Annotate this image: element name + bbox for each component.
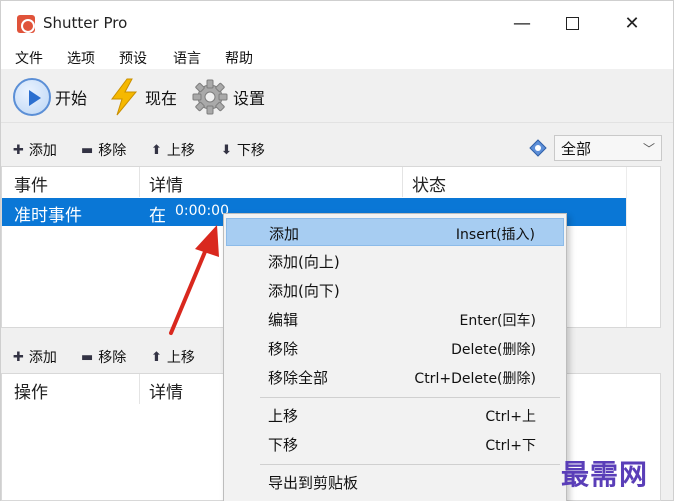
ctx-item-move-up[interactable]: 上移 Ctrl+上: [226, 401, 564, 429]
arrow-up-icon: ⬆: [151, 349, 162, 365]
row-detail-time: 0:00:00: [175, 203, 229, 219]
menu-file[interactable]: 文件: [15, 48, 43, 68]
menu-bar: 文件 选项 预设 语言 帮助: [1, 45, 673, 69]
ctx-label: 添加(向下): [268, 282, 340, 300]
title-bar: Shutter Pro — ✕: [1, 1, 673, 45]
maximize-icon: [565, 17, 579, 30]
ctx-item-move-down[interactable]: 下移 Ctrl+下: [226, 430, 564, 458]
ctx-label: 下移: [268, 436, 299, 454]
watermark-text: 最需网: [561, 458, 649, 491]
start-label: 开始: [55, 89, 88, 108]
ctx-label: 添加: [269, 225, 300, 243]
event-remove-button[interactable]: ▬ 移除: [81, 140, 126, 160]
menu-separator: [260, 397, 560, 398]
column-divider: [402, 167, 403, 197]
event-up-label: 上移: [166, 143, 195, 159]
column-divider: [139, 167, 140, 197]
action-remove-button[interactable]: ▬ 移除: [81, 347, 126, 367]
app-icon: [17, 15, 35, 33]
minus-icon: ▬: [81, 142, 94, 158]
ctx-shortcut: Ctrl+Delete(删除): [414, 371, 536, 387]
scrollbar[interactable]: [626, 167, 660, 327]
app-window: Shutter Pro — ✕ 文件 选项 预设 语言 帮助 开始 现在 设置 …: [0, 0, 674, 501]
ctx-label: 编辑: [268, 311, 299, 329]
menu-separator: [260, 464, 560, 465]
arrow-down-icon: ⬇: [221, 142, 232, 158]
column-divider: [139, 374, 140, 404]
plus-icon: ✚: [13, 349, 24, 365]
menu-presets[interactable]: 预设: [119, 48, 147, 68]
window-title: Shutter Pro: [43, 14, 128, 32]
row-event-name: 准时事件: [14, 206, 82, 226]
action-add-label: 添加: [28, 350, 57, 366]
minus-icon: ▬: [81, 349, 94, 365]
event-remove-label: 移除: [98, 143, 127, 159]
gear-icon: [192, 79, 228, 115]
ctx-item-edit[interactable]: 编辑 Enter(回车): [226, 305, 564, 333]
ctx-shortcut: Ctrl+下: [485, 438, 536, 454]
play-icon: [13, 78, 51, 116]
action-up-button[interactable]: ⬆ 上移: [151, 347, 195, 367]
annotation-arrow: [169, 225, 219, 335]
action-add-button[interactable]: ✚ 添加: [13, 347, 57, 367]
menu-help[interactable]: 帮助: [225, 48, 253, 68]
maximize-button[interactable]: [549, 9, 595, 39]
event-down-button[interactable]: ⬇ 下移: [221, 140, 265, 160]
ctx-shortcut: Delete(删除): [451, 342, 536, 358]
ctx-item-add-below[interactable]: 添加(向下): [226, 276, 564, 304]
column-header-detail[interactable]: 详情: [149, 171, 183, 196]
ctx-item-remove-all[interactable]: 移除全部 Ctrl+Delete(删除): [226, 363, 564, 391]
column-header-status[interactable]: 状态: [412, 171, 446, 196]
events-toolbar: ✚ 添加 ▬ 移除 ⬆ 上移 ⬇ 下移 全部 ﹀: [1, 135, 673, 163]
event-up-button[interactable]: ⬆ 上移: [151, 140, 195, 160]
ctx-shortcut: Ctrl+上: [485, 409, 536, 425]
close-button[interactable]: ✕: [609, 9, 655, 39]
now-label: 现在: [145, 89, 178, 108]
event-add-button[interactable]: ✚ 添加: [13, 140, 57, 160]
arrow-up-icon: ⬆: [151, 142, 162, 158]
now-button[interactable]: 现在: [107, 78, 178, 116]
ctx-item-add-above[interactable]: 添加(向上): [226, 247, 564, 275]
column-header-action-detail[interactable]: 详情: [149, 378, 183, 403]
event-down-label: 下移: [236, 143, 265, 159]
settings-label: 设置: [233, 89, 266, 108]
action-remove-label: 移除: [98, 350, 127, 366]
plus-icon: ✚: [13, 142, 24, 158]
ctx-label: 添加(向上): [268, 253, 340, 271]
action-up-label: 上移: [166, 350, 195, 366]
ctx-label: 导出到剪贴板: [268, 474, 359, 492]
ctx-shortcut: Enter(回车): [459, 313, 536, 329]
settings-button[interactable]: 设置: [191, 79, 265, 115]
main-toolbar: 开始 现在 设置: [1, 71, 673, 123]
column-header-event[interactable]: 事件: [14, 171, 48, 196]
ctx-item-add[interactable]: 添加 Insert(插入): [226, 218, 564, 246]
ctx-item-remove[interactable]: 移除 Delete(删除): [226, 334, 564, 362]
ctx-shortcut: Insert(插入): [455, 227, 535, 243]
filter-dropdown[interactable]: 全部 ﹀: [554, 135, 662, 161]
menu-language[interactable]: 语言: [173, 48, 201, 68]
ctx-label: 移除: [268, 340, 299, 358]
filter-value: 全部: [561, 139, 592, 158]
menu-options[interactable]: 选项: [67, 48, 95, 68]
column-header-action[interactable]: 操作: [14, 378, 48, 403]
ctx-item-export-clipboard[interactable]: 导出到剪贴板: [226, 468, 564, 496]
event-add-label: 添加: [28, 143, 57, 159]
start-button[interactable]: 开始: [13, 78, 88, 116]
filter-icon: [529, 139, 547, 157]
context-menu: 添加 Insert(插入) 添加(向上) 添加(向下) 编辑 Enter(回车)…: [223, 213, 567, 501]
lightning-icon: [111, 78, 138, 116]
ctx-label: 上移: [268, 407, 299, 425]
minimize-button[interactable]: —: [499, 9, 545, 39]
ctx-label: 移除全部: [268, 369, 329, 387]
chevron-down-icon: ﹀: [642, 142, 655, 156]
